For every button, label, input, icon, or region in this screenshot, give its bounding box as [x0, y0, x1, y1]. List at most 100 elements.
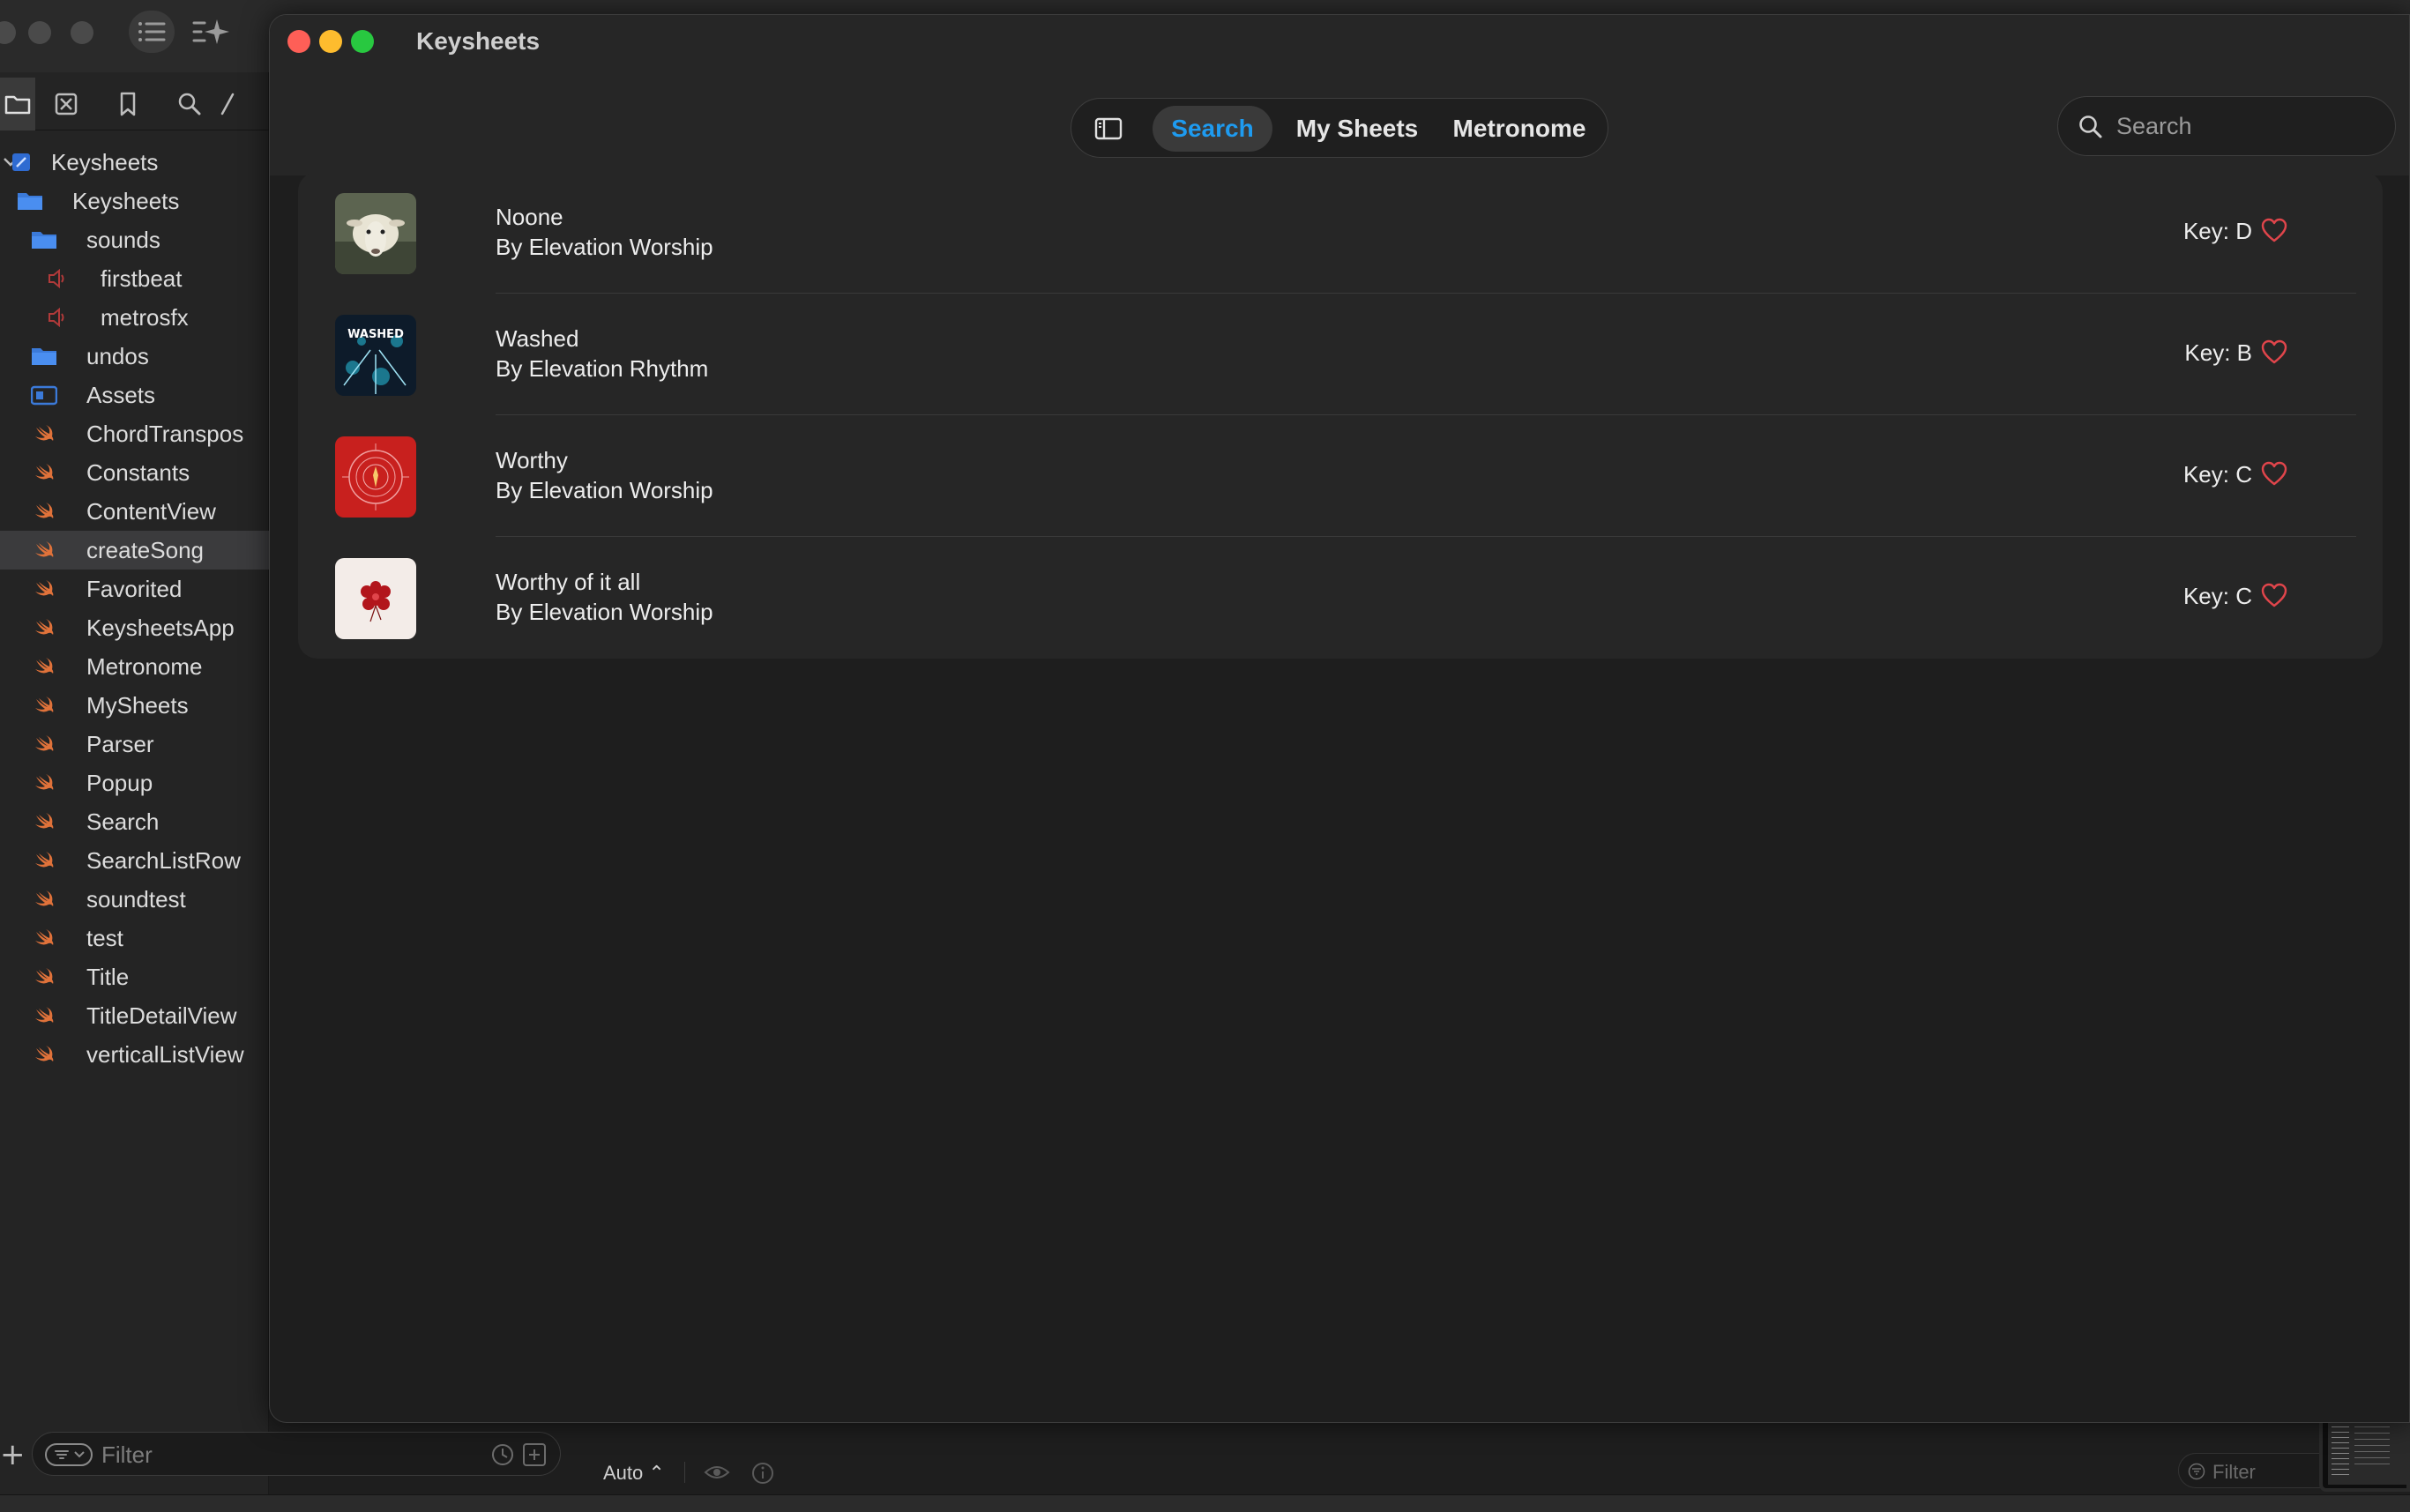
swift-icon [30, 771, 58, 795]
file-tree-label: sounds [86, 226, 160, 253]
navigator-list-icon[interactable] [129, 11, 175, 53]
tab-my-sheets[interactable]: My Sheets [1281, 106, 1433, 152]
swift-icon [30, 577, 58, 601]
bottom-filter-placeholder: Filter [2212, 1461, 2256, 1483]
bar-divider [684, 1462, 685, 1483]
file-tree-label: Parser [86, 730, 154, 757]
file-tree-item[interactable]: Search [0, 802, 269, 841]
assets-icon [30, 383, 58, 407]
minimize-button[interactable] [319, 30, 342, 53]
eye-icon[interactable] [704, 1464, 730, 1481]
heart-icon[interactable] [2261, 218, 2287, 244]
swift-icon [30, 809, 58, 834]
file-tree-label: MySheets [86, 691, 189, 719]
search-field[interactable] [2057, 96, 2396, 156]
song-title: Noone [496, 204, 563, 230]
song-artist: By Elevation Worship [496, 599, 713, 625]
file-tree-item[interactable]: MySheets [0, 686, 269, 725]
file-tree-label: Keysheets [72, 187, 180, 214]
source-control-icon[interactable] [35, 78, 97, 130]
bottom-filter-field[interactable]: Filter [2178, 1453, 2337, 1488]
song-title: Washed [496, 325, 579, 352]
file-tree-item[interactable]: soundtest [0, 880, 269, 919]
file-tree-item[interactable]: Favorited [0, 570, 269, 608]
swift-icon [30, 693, 58, 718]
song-title: Worthy of it all [496, 569, 641, 595]
file-tree-item[interactable]: Constants [0, 453, 269, 492]
file-tree-label: firstbeat [101, 264, 183, 292]
file-tree-item[interactable]: createSong [0, 531, 269, 570]
file-tree-item[interactable]: verticalListView [0, 1035, 269, 1074]
window-title: Keysheets [416, 27, 541, 55]
file-tree-label: createSong [86, 536, 204, 563]
file-tree-item[interactable]: KeysheetsApp [0, 608, 269, 647]
heart-icon[interactable] [2261, 583, 2287, 609]
sidebar-toggle-icon[interactable] [1091, 114, 1126, 144]
heart-icon[interactable] [2261, 339, 2287, 366]
file-tree-item[interactable]: undos [0, 337, 269, 376]
folder-icon [30, 344, 58, 369]
swift-icon [30, 538, 58, 562]
ide-maximize-dot[interactable] [71, 21, 93, 44]
source-control-filter-icon[interactable] [523, 1443, 546, 1466]
search-input[interactable] [2116, 108, 2381, 145]
file-tree-item[interactable]: SearchListRow [0, 841, 269, 880]
filter-icon [2188, 1463, 2205, 1480]
file-tree-item[interactable]: Parser [0, 725, 269, 763]
file-tree-item[interactable]: ContentView [0, 492, 269, 531]
file-tree-label: metrosfx [101, 303, 189, 331]
file-tree-item[interactable]: metrosfx [0, 298, 269, 337]
file-tree-label: ChordTranspos [86, 420, 244, 447]
song-row[interactable]: Noone By Elevation Worship Key: D [298, 172, 2383, 294]
song-key: Key: D [2182, 218, 2252, 244]
status-bar [0, 1494, 2410, 1512]
song-artist: By Elevation Rhythm [496, 355, 709, 382]
recent-files-icon[interactable] [491, 1443, 514, 1466]
file-tree-item[interactable]: sounds [0, 220, 269, 259]
add-file-icon[interactable]: + [0, 1437, 26, 1472]
debug-bar: Auto ⌃ Filter [564, 1446, 2410, 1494]
ide-minimize-dot[interactable] [28, 21, 51, 44]
song-row[interactable]: Worthy of it all By Elevation Worship Key:… [298, 537, 2383, 659]
file-tree-item[interactable]: Keysheets [0, 143, 269, 182]
song-key: Key: C [2182, 583, 2252, 609]
file-tree-label: Popup [86, 769, 153, 796]
search-icon [2079, 115, 2102, 138]
swift-icon [30, 421, 58, 446]
sparkle-icon[interactable] [190, 12, 231, 51]
auto-variables-selector[interactable]: Auto ⌃ [603, 1462, 665, 1485]
tab-search[interactable]: Search [1153, 106, 1272, 152]
file-tree-item[interactable]: test [0, 919, 269, 957]
file-tree-label: TitleDetailView [86, 1002, 237, 1029]
close-button[interactable] [287, 30, 310, 53]
audio-icon [44, 266, 72, 291]
ide-close-dot[interactable] [0, 21, 16, 44]
file-tree-label: test [86, 924, 123, 951]
folder-icon[interactable] [0, 77, 35, 130]
swift-icon [30, 499, 58, 524]
maximize-button[interactable] [351, 30, 374, 53]
search-icon[interactable] [159, 78, 220, 130]
song-title: Worthy [496, 447, 568, 473]
warning-icon[interactable] [220, 78, 247, 130]
filter-placeholder: Filter [101, 1441, 153, 1468]
song-row[interactable]: Worthy By Elevation Worship Key: C [298, 415, 2383, 537]
tab-metronome[interactable]: Metronome [1442, 106, 1597, 152]
file-tree-item[interactable]: Popup [0, 763, 269, 802]
swift-icon [30, 732, 58, 756]
file-tree-item[interactable]: Title [0, 957, 269, 996]
file-tree-item[interactable]: ChordTranspos [0, 414, 269, 453]
file-tree-item[interactable]: Metronome [0, 647, 269, 686]
heart-icon[interactable] [2261, 461, 2287, 488]
file-tree-item[interactable]: Keysheets [0, 182, 269, 220]
song-row[interactable]: WASHED Washed By Elevation Rhythm Key: B [298, 294, 2383, 415]
file-tree-item[interactable]: Assets [0, 376, 269, 414]
filter-options-icon[interactable] [45, 1443, 93, 1466]
bookmark-icon[interactable] [97, 78, 159, 130]
navigator-filter-field[interactable]: Filter [32, 1432, 561, 1476]
file-tree-item[interactable]: firstbeat [0, 259, 269, 298]
file-tree-item[interactable]: TitleDetailView [0, 996, 269, 1035]
file-tree: Keysheets Keysheets sounds firstbeat metrosf… [0, 143, 269, 1074]
info-icon[interactable] [751, 1462, 774, 1485]
file-tree-label: verticalListView [86, 1040, 244, 1068]
